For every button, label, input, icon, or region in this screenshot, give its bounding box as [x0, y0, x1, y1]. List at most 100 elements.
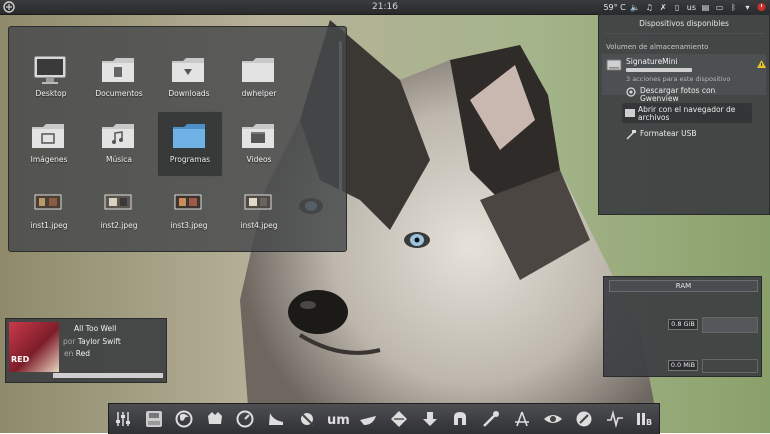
folder-blue-icon [173, 124, 205, 148]
power-icon[interactable] [757, 2, 766, 12]
pulse-icon[interactable] [605, 409, 625, 429]
keyboard-layout-indicator[interactable]: us [687, 3, 696, 12]
disk-icon[interactable] [144, 409, 164, 429]
musica-item[interactable]: Música [87, 115, 151, 175]
folder-icon [242, 58, 274, 82]
shoe-icon[interactable] [266, 409, 286, 429]
inst4-item[interactable]: inst4.jpeg [227, 181, 291, 241]
documentos-item[interactable]: Documentos [87, 49, 151, 109]
music-note-icon[interactable]: ♫ [645, 3, 654, 12]
album-cover[interactable]: RED [9, 322, 59, 372]
battery-icon[interactable]: ▯ [673, 3, 682, 12]
gimp-icon[interactable] [205, 409, 225, 429]
inst1-item[interactable]: inst1.jpeg [17, 181, 81, 241]
item-label: Programas [169, 155, 211, 164]
track-artist: Taylor Swift [77, 337, 121, 346]
network-icon[interactable]: ✗ [659, 3, 668, 12]
clipboard-icon[interactable]: ▤ [701, 3, 710, 12]
ram-monitor-widget: RAM 0.8 GiB 0.0 MiB [603, 276, 762, 377]
speed-icon[interactable] [235, 409, 255, 429]
on-label: en [64, 349, 74, 358]
action-download-photos[interactable]: Descargar fotos con Gwenview [624, 86, 764, 103]
track-progress-bar[interactable] [53, 373, 163, 378]
chevron-down-icon[interactable]: ▾ [743, 3, 752, 12]
item-label: Documentos [95, 89, 143, 98]
gwenview-icon [626, 87, 636, 97]
folder-documents-icon [102, 58, 134, 82]
temperature-indicator[interactable]: 59° C [603, 3, 625, 12]
folder-view-scrollbar[interactable] [339, 41, 342, 211]
item-label: inst1.jpeg [30, 221, 68, 230]
device-actions-count: 3 acciones para este dispositivo [626, 75, 731, 83]
eye-icon[interactable] [543, 409, 563, 429]
ram-graph [702, 317, 758, 333]
system-tray: 59° C 🔈 ♫ ✗ ▯ us ▤ ▭ ᛒ ▾ [603, 0, 766, 14]
action-open-file-manager[interactable]: Abrir con el navegador de archivos [622, 103, 752, 123]
swap-graph [702, 359, 758, 373]
track-album: Red [75, 349, 91, 358]
now-playing-widget: RED All Too Well por Taylor Swift en Red [5, 318, 167, 383]
album-row: en Red [64, 349, 90, 358]
divider [603, 33, 765, 34]
item-label: Música [106, 155, 132, 164]
item-label: inst2.jpeg [100, 221, 138, 230]
panel-header: Dispositivos disponibles [639, 19, 729, 28]
storage-icon[interactable]: B [635, 409, 655, 429]
action-label: Descargar fotos con Gwenview [640, 86, 716, 103]
action-label: Abrir con el navegador de archivos [638, 105, 736, 122]
section-label: Volumen de almacenamiento [606, 43, 709, 51]
skype-icon[interactable] [450, 409, 470, 429]
item-label: Desktop [35, 89, 67, 98]
folder-images-icon [32, 124, 64, 148]
dwhelper-item[interactable]: dwhelper [227, 49, 291, 109]
inst3-item[interactable]: inst3.jpeg [157, 181, 221, 241]
image-thumbnail-icon [104, 194, 132, 210]
inkscape-icon[interactable] [389, 409, 409, 429]
item-label: inst3.jpeg [170, 221, 208, 230]
no-bug-icon[interactable] [297, 409, 317, 429]
image-thumbnail-icon [34, 194, 62, 210]
bluetooth-off-icon[interactable]: ᛒ [729, 3, 738, 12]
item-label: Imágenes [30, 155, 68, 164]
compass-icon[interactable] [574, 409, 594, 429]
folder-icon [625, 109, 635, 117]
programas-item[interactable]: Programas [157, 111, 223, 177]
dock: um B [108, 403, 660, 434]
action-label: Formatear USB [640, 129, 697, 138]
volume-icon[interactable]: 🔈 [630, 3, 640, 12]
action-format-usb[interactable]: Formatear USB [624, 129, 764, 141]
pdf-icon[interactable] [512, 409, 532, 429]
format-icon [626, 130, 636, 140]
inst2-item[interactable]: inst2.jpeg [87, 181, 151, 241]
device-notifier-icon[interactable]: ▭ [715, 3, 724, 12]
firefox-icon[interactable] [174, 409, 194, 429]
folder-music-icon [102, 124, 134, 148]
folder-downloads-icon [172, 58, 204, 82]
cover-text: RED [11, 355, 30, 364]
download-arrow-icon[interactable] [420, 409, 440, 429]
svg-text:um: um [327, 413, 350, 428]
desktop-item[interactable]: Desktop [19, 49, 83, 109]
item-label: inst4.jpeg [240, 221, 278, 230]
item-label: Videos [246, 155, 272, 164]
downloads-item[interactable]: Downloads [157, 49, 221, 109]
swap-used-value: 0.0 MiB [668, 360, 698, 371]
top-panel: 21:16 59° C 🔈 ♫ ✗ ▯ us ▤ ▭ ᛒ ▾ [0, 0, 770, 15]
svg-text:B: B [646, 418, 652, 427]
artist-row: por Taylor Swift [63, 337, 121, 346]
track-title: All Too Well [74, 324, 117, 333]
videos-item[interactable]: Videos [227, 115, 291, 175]
by-label: por [63, 337, 76, 346]
folder-videos-icon [242, 124, 274, 148]
pipette-icon[interactable] [481, 409, 501, 429]
ram-used-value: 0.8 GiB [668, 319, 698, 330]
warning-icon [757, 60, 766, 68]
boat-icon[interactable] [358, 409, 378, 429]
um-icon[interactable]: um [325, 409, 351, 429]
device-capacity-bar [626, 68, 692, 72]
monitor-icon [33, 55, 67, 84]
imagenes-item[interactable]: Imágenes [17, 115, 81, 175]
monitor-title: RAM [609, 280, 758, 292]
mixer-icon[interactable] [113, 409, 133, 429]
usb-drive-icon [606, 59, 622, 71]
